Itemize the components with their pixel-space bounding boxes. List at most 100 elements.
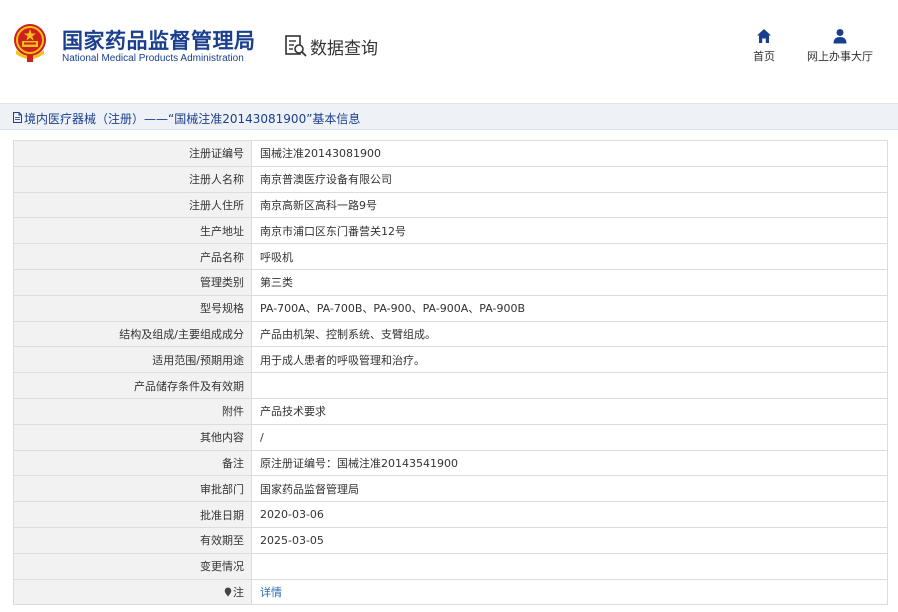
field-label: 有效期至: [13, 526, 252, 554]
table-row: 生产地址 南京市浦口区东门番营关12号: [13, 217, 888, 245]
field-value: [251, 552, 888, 580]
field-value: 国家药品监督管理局: [251, 475, 888, 503]
pin-icon: [224, 587, 232, 597]
registration-detail-table: 注册证编号 国械注准20143081900 注册人名称 南京普澳医疗设备有限公司 注册人…: [13, 140, 888, 606]
table-row: 注册人住所 南京高新区高科一路9号: [13, 191, 888, 219]
org-name-en: National Medical Products Administration: [62, 53, 244, 64]
field-value: 南京市浦口区东门番营关12号: [251, 217, 888, 245]
field-label: 型号规格: [13, 294, 252, 322]
field-value: [251, 372, 888, 399]
field-label-text: 生产地址: [200, 224, 244, 238]
table-row: 审批部门 国家药品监督管理局: [13, 475, 888, 503]
field-value-text: 2025-03-05: [260, 533, 324, 547]
table-row: 适用范围/预期用途 用于成人患者的呼吸管理和治疗。: [13, 346, 888, 374]
field-value-text: /: [260, 430, 264, 444]
field-label-text: 产品名称: [200, 250, 244, 264]
field-label-text: 管理类别: [200, 276, 244, 290]
details-link[interactable]: 详情: [260, 586, 282, 599]
field-label-text: 附件: [222, 405, 244, 419]
field-value: 原注册证编号：国械注准20143541900: [251, 449, 888, 477]
field-label: 注册人住所: [13, 191, 252, 219]
field-value: 第三类: [251, 268, 888, 296]
field-label: 适用范围/预期用途: [13, 346, 252, 374]
field-label: 产品储存条件及有效期: [13, 372, 252, 399]
field-value: 2025-03-05: [251, 526, 888, 554]
nav-online-office-label: 网上办事大厅: [807, 50, 873, 63]
field-value-text: PA-700A、PA-700B、PA-900、PA-900A、PA-900B: [260, 302, 526, 316]
field-label-text: 注册证编号: [189, 147, 244, 161]
field-value-text: 国械注准20143081900: [260, 147, 381, 161]
org-name-cn: 国家药品监督管理局: [62, 29, 256, 53]
field-label: 注册证编号: [13, 140, 252, 167]
table-row: 结构及组成/主要组成成分 产品由机架、控制系统、支臂组成。: [13, 320, 888, 348]
field-label: 生产地址: [13, 217, 252, 245]
field-label: 批准日期: [13, 501, 252, 528]
field-label: 结构及组成/主要组成成分: [13, 320, 252, 348]
breadcrumb-bar: 境内医疗器械（注册）——“国械注准20143081900”基本信息: [0, 103, 898, 130]
field-label-text: 注册人住所: [189, 198, 244, 212]
field-value: 用于成人患者的呼吸管理和治疗。: [251, 346, 888, 374]
data-query-icon: [285, 35, 307, 57]
user-icon: [833, 29, 847, 44]
field-label-text: 适用范围/预期用途: [152, 353, 244, 367]
field-value-text: 用于成人患者的呼吸管理和治疗。: [260, 353, 425, 367]
document-icon: [13, 112, 22, 123]
field-label: 注册人名称: [13, 165, 252, 193]
field-value: PA-700A、PA-700B、PA-900、PA-900A、PA-900B: [251, 294, 888, 322]
table-row: 注册人名称 南京普澳医疗设备有限公司: [13, 165, 888, 193]
field-value: 产品由机架、控制系统、支臂组成。: [251, 320, 888, 348]
field-value-text: 呼吸机: [260, 250, 293, 264]
field-value-text: 产品技术要求: [260, 405, 326, 419]
field-label-text: 型号规格: [200, 302, 244, 316]
nav-home-link[interactable]: 首页: [748, 28, 780, 68]
field-label-text: 注: [233, 585, 244, 599]
field-value: /: [251, 423, 888, 451]
field-value-text: 第三类: [260, 276, 293, 290]
field-label: 审批部门: [13, 475, 252, 503]
field-label-text: 变更情况: [200, 560, 244, 574]
field-label: 附件: [13, 397, 252, 425]
table-row: 产品储存条件及有效期: [13, 372, 888, 399]
breadcrumb-text: 境内医疗器械（注册）——“国械注准20143081900”基本信息: [24, 112, 361, 126]
field-value-text: 原注册证编号：国械注准20143541900: [260, 456, 458, 470]
data-query-title: 数据查询: [310, 39, 378, 59]
table-row: 注 详情: [13, 578, 888, 606]
home-icon: [757, 29, 771, 43]
field-label-text: 结构及组成/主要组成成分: [119, 327, 244, 341]
table-row: 备注 原注册证编号：国械注准20143541900: [13, 449, 888, 477]
field-value-text: 南京普澳医疗设备有限公司: [260, 173, 392, 187]
table-row: 附件 产品技术要求: [13, 397, 888, 425]
field-label: 产品名称: [13, 243, 252, 270]
field-value-text: 2020-03-06: [260, 508, 324, 522]
table-row: 变更情况: [13, 552, 888, 580]
table-row: 型号规格 PA-700A、PA-700B、PA-900、PA-900A、PA-90…: [13, 294, 888, 322]
field-label-text: 注册人名称: [189, 173, 244, 187]
table-row: 其他内容 /: [13, 423, 888, 451]
field-value-text: 产品由机架、控制系统、支臂组成。: [260, 327, 436, 341]
field-label: 变更情况: [13, 552, 252, 580]
field-label: 管理类别: [13, 268, 252, 296]
field-value: 南京普澳医疗设备有限公司: [251, 165, 888, 193]
field-label-text: 审批部门: [200, 482, 244, 496]
field-label-text: 批准日期: [200, 508, 244, 522]
table-row: 产品名称 呼吸机: [13, 243, 888, 270]
site-header: 国家药品监督管理局 National Medical Products Admi…: [0, 0, 898, 90]
nav-home-label: 首页: [753, 50, 775, 63]
field-label: 其他内容: [13, 423, 252, 451]
field-value-text: 南京市浦口区东门番营关12号: [260, 224, 406, 238]
field-value: 产品技术要求: [251, 397, 888, 425]
field-value: 呼吸机: [251, 243, 888, 270]
table-row: 批准日期 2020-03-06: [13, 501, 888, 528]
field-value: 详情: [251, 578, 888, 606]
field-value: 2020-03-06: [251, 501, 888, 528]
field-label-text: 产品储存条件及有效期: [134, 379, 244, 393]
field-value-text: 南京高新区高科一路9号: [260, 198, 377, 212]
nav-online-office-link[interactable]: 网上办事大厅: [806, 28, 874, 68]
field-label-text: 备注: [222, 456, 244, 470]
field-value: 国械注准20143081900: [251, 140, 888, 167]
field-label-text: 其他内容: [200, 431, 244, 445]
table-row: 注册证编号 国械注准20143081900: [13, 140, 888, 167]
field-label: 注: [13, 578, 252, 606]
field-value: 南京高新区高科一路9号: [251, 191, 888, 219]
table-row: 有效期至 2025-03-05: [13, 526, 888, 554]
